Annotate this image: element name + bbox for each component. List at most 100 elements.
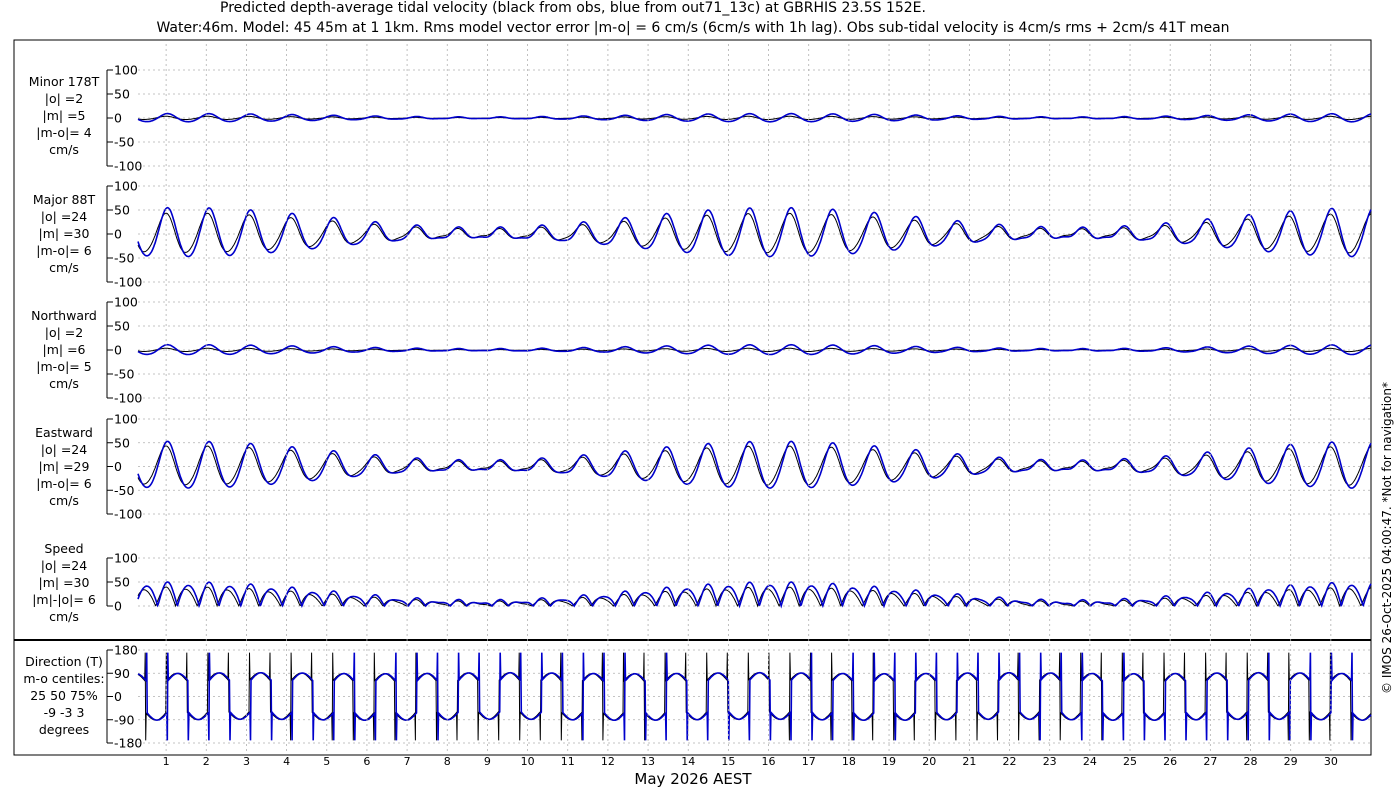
y-tick-label: 0 bbox=[114, 459, 122, 474]
panel-label-line: -9 -3 3 bbox=[44, 705, 85, 720]
x-tick-label: 10 bbox=[521, 755, 535, 768]
y-tick-label: 50 bbox=[114, 435, 130, 450]
panel-label-line: Direction (T) bbox=[25, 654, 103, 669]
x-tick-label: 2 bbox=[203, 755, 210, 768]
x-tick-label: 23 bbox=[1043, 755, 1057, 768]
y-tick-label: 100 bbox=[114, 63, 138, 78]
y-tick-label: -50 bbox=[114, 251, 134, 266]
y-tick-label: 180 bbox=[114, 643, 138, 658]
y-tick-label: 100 bbox=[114, 295, 138, 310]
model-series-line bbox=[137, 581, 1372, 609]
panel-eastward: 100 50 0 -50 -100 Eastward |o| =24 |m| =29 |m-o|… bbox=[35, 412, 1372, 522]
obs-series-line bbox=[137, 212, 1372, 254]
y-tick-label: 0 bbox=[114, 599, 122, 614]
y-tick-label: -90 bbox=[114, 712, 134, 727]
chart-title-line2: Water:46m. Model: 45 45m at 1 1km. Rms m… bbox=[156, 20, 1229, 36]
x-tick-label: 6 bbox=[363, 755, 370, 768]
x-tick-label: 24 bbox=[1083, 755, 1097, 768]
y-tick-label: 100 bbox=[114, 412, 138, 427]
y-tick-label: 100 bbox=[114, 179, 138, 194]
panel-minor: 100 50 0 -50 -100 Minor 178T |o| =2 |m| =5 |m-o|… bbox=[29, 63, 1372, 174]
watermark-text: © IMOS 26-Oct-2025 04:00:47. *Not for na… bbox=[1380, 382, 1394, 694]
x-tick-label: 11 bbox=[561, 755, 575, 768]
panel-label-line: |m| =30 bbox=[39, 575, 90, 590]
x-tick-label: 21 bbox=[962, 755, 976, 768]
x-tick-label: 4 bbox=[283, 755, 290, 768]
panel-label-line: |m|-|o|= 6 bbox=[32, 592, 96, 607]
panel-label-line: |o| =2 bbox=[45, 91, 83, 106]
panel-label-line: |m| =29 bbox=[39, 459, 90, 474]
panel-label-line: |o| =2 bbox=[45, 325, 83, 340]
panel-label-line: |m-o|= 6 bbox=[36, 243, 91, 258]
x-tick-label: 27 bbox=[1203, 755, 1217, 768]
panel-label-line: cm/s bbox=[49, 609, 79, 624]
x-tick-label: 3 bbox=[243, 755, 250, 768]
x-tick-label: 29 bbox=[1284, 755, 1298, 768]
panel-label-line: |o| =24 bbox=[41, 558, 87, 573]
panel-label-line: |m-o|= 6 bbox=[36, 476, 91, 491]
y-tick-label: 0 bbox=[114, 111, 122, 126]
y-tick-label: 0 bbox=[114, 227, 122, 242]
x-tick-label: 8 bbox=[444, 755, 451, 768]
y-tick-label: -100 bbox=[114, 275, 142, 290]
panel-label-line: Major 88T bbox=[33, 192, 96, 207]
panel-label-line: |m| =30 bbox=[39, 226, 90, 241]
panel-label-line: degrees bbox=[39, 722, 89, 737]
x-tick-label: 15 bbox=[721, 755, 735, 768]
y-tick-label: 90 bbox=[114, 666, 130, 681]
x-tick-label: 30 bbox=[1324, 755, 1338, 768]
panel-speed: 100 50 0 Speed |o| =24 |m| =30 |m|-|o|= 6 cm/s bbox=[32, 541, 1372, 624]
y-tick-label: -50 bbox=[114, 367, 134, 382]
y-tick-label: 50 bbox=[114, 319, 130, 334]
panel-label-line: m-o centiles: bbox=[23, 671, 104, 686]
x-tick-label: 18 bbox=[842, 755, 856, 768]
panel-label-line: |o| =24 bbox=[41, 209, 87, 224]
y-tick-label: 0 bbox=[114, 343, 122, 358]
y-tick-label: 50 bbox=[114, 203, 130, 218]
x-tick-label: 16 bbox=[762, 755, 776, 768]
x-axis-label: May 2026 AEST bbox=[634, 770, 752, 788]
panel-label-line: cm/s bbox=[49, 142, 79, 157]
x-tick-label: 28 bbox=[1244, 755, 1258, 768]
x-tick-label: 17 bbox=[802, 755, 816, 768]
panel-label-line: Minor 178T bbox=[29, 74, 100, 89]
x-tick-label: 20 bbox=[922, 755, 936, 768]
plot-frame bbox=[13, 39, 1372, 756]
y-tick-label: -100 bbox=[114, 391, 142, 406]
panel-label-line: |m-o|= 4 bbox=[36, 125, 91, 140]
x-tick-label: 19 bbox=[882, 755, 896, 768]
x-tick-label: 12 bbox=[601, 755, 615, 768]
panel-label-line: |o| =24 bbox=[41, 442, 87, 457]
x-tick-label: 26 bbox=[1163, 755, 1177, 768]
y-tick-label: 100 bbox=[114, 551, 138, 566]
y-tick-label: 50 bbox=[114, 575, 130, 590]
panel-direction: 180 90 0 -90 -180 Direction (T) m-o centiles: 2… bbox=[23, 643, 1372, 751]
panel-label-line: |m| =5 bbox=[43, 108, 86, 123]
panel-label-line: 25 50 75% bbox=[30, 688, 98, 703]
x-tick-label: 13 bbox=[641, 755, 655, 768]
chart-title-line1: Predicted depth-average tidal velocity (… bbox=[220, 0, 926, 16]
panel-label-line: cm/s bbox=[49, 376, 79, 391]
y-tick-label: -180 bbox=[114, 736, 142, 751]
y-tick-label: -100 bbox=[114, 507, 142, 522]
panel-label-line: cm/s bbox=[49, 493, 79, 508]
panel-label-line: |m-o|= 5 bbox=[36, 359, 91, 374]
panel-label-line: Northward bbox=[31, 308, 97, 323]
x-tick-label: 7 bbox=[404, 755, 411, 768]
x-tick-label: 9 bbox=[484, 755, 491, 768]
y-tick-label: -50 bbox=[114, 135, 134, 150]
x-tick-label: 14 bbox=[681, 755, 695, 768]
y-tick-label: 0 bbox=[114, 689, 122, 704]
y-tick-label: 50 bbox=[114, 87, 130, 102]
tidal-velocity-chart: Predicted depth-average tidal velocity (… bbox=[13, 0, 1394, 788]
y-tick-label: -50 bbox=[114, 483, 134, 498]
x-tick-label: 25 bbox=[1123, 755, 1137, 768]
panel-label-line: |m| =6 bbox=[43, 342, 86, 357]
y-tick-label: -100 bbox=[114, 159, 142, 174]
panel-label-line: Eastward bbox=[35, 425, 93, 440]
x-tick-label: 1 bbox=[163, 755, 170, 768]
x-tick-label: 22 bbox=[1003, 755, 1017, 768]
panel-label-line: Speed bbox=[44, 541, 83, 556]
x-tick-label: 5 bbox=[323, 755, 330, 768]
panel-label-line: cm/s bbox=[49, 260, 79, 275]
